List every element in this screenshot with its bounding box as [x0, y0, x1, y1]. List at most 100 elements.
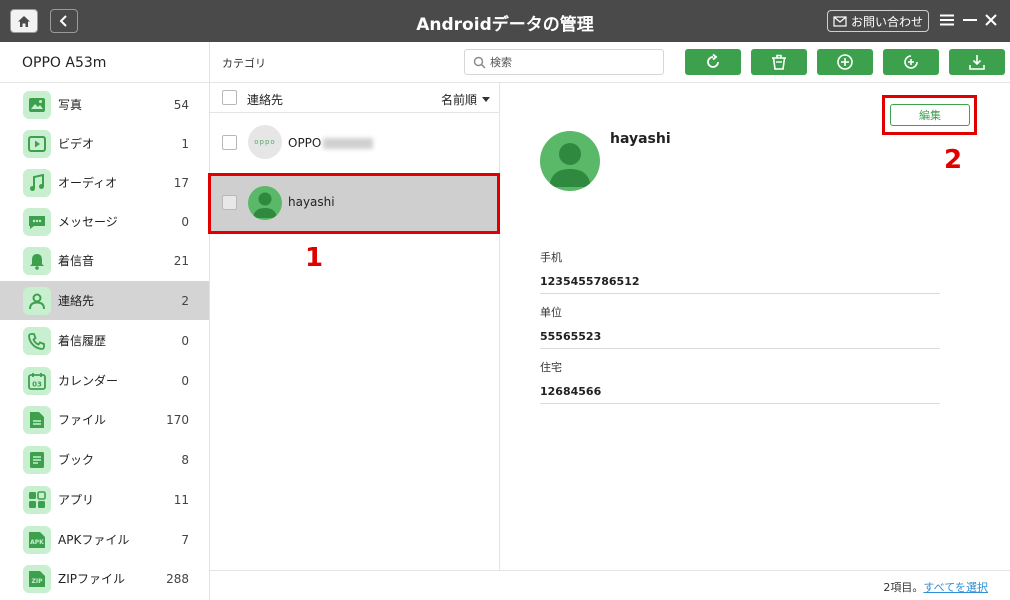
sidebar-item-apps[interactable]: アプリ 11: [0, 480, 209, 519]
list-item[interactable]: oppo OPPO: [210, 113, 500, 173]
sort-label: 名前順: [440, 93, 477, 107]
file-icon: [23, 405, 51, 434]
contact-us-label: お問い合わせ: [850, 14, 923, 29]
list-title: 連絡先: [247, 93, 284, 107]
sidebar-item-label: 写真: [58, 98, 83, 112]
search-input[interactable]: [490, 53, 658, 71]
annotation-number-2: 2: [944, 145, 963, 175]
add-icon: [837, 54, 853, 70]
select-all-checkbox[interactable]: [222, 90, 237, 105]
sidebar-item-label: ブック: [58, 453, 95, 467]
apps-icon: [23, 485, 51, 514]
sidebar-item-apk-files[interactable]: APK APKファイル 7: [0, 520, 209, 559]
refresh-button[interactable]: [685, 49, 741, 75]
divider: [540, 403, 940, 404]
sidebar-item-photos[interactable]: 写真 54: [0, 85, 209, 124]
calendar-icon: 03: [23, 366, 51, 395]
contact-icon: [23, 286, 51, 315]
phone-icon: [23, 326, 51, 355]
oppo-logo: oppo: [254, 138, 276, 146]
field-value-mobile: 1235455786512: [540, 275, 640, 288]
caret-down-icon: [482, 97, 490, 102]
sidebar-item-label: 着信履歴: [58, 334, 107, 348]
person-icon: [549, 143, 591, 187]
close-button[interactable]: [981, 9, 1001, 31]
divider: [540, 348, 940, 349]
sidebar-item-count: 21: [173, 253, 189, 268]
sidebar-item-books[interactable]: ブック 8: [0, 440, 209, 479]
delete-button[interactable]: [751, 49, 807, 75]
sidebar-item-count: 1: [181, 136, 189, 151]
category-label: カテゴリ: [222, 57, 266, 70]
message-icon: [23, 207, 51, 236]
apk-icon: APK: [23, 525, 51, 554]
sidebar-item-ringtones[interactable]: 着信音 21: [0, 241, 209, 280]
video-icon: [23, 129, 51, 158]
sidebar-item-label: アプリ: [58, 493, 95, 507]
add-button[interactable]: [817, 49, 873, 75]
apk-icon-text: APK: [30, 539, 44, 546]
annotation-box-2: [882, 95, 977, 135]
sidebar-item-call-history[interactable]: 着信履歴 0: [0, 321, 209, 360]
title-bar: Androidデータの管理 お問い合わせ: [0, 0, 1010, 42]
contact-list-panel: 連絡先 名前順 oppo OPPO hayashi: [210, 83, 500, 570]
sidebar-item-count: 54: [173, 97, 189, 112]
music-icon: [23, 168, 51, 197]
avatar: oppo: [248, 125, 282, 159]
select-all-link[interactable]: すべてを選択: [923, 581, 988, 594]
zip-icon: ZIP: [23, 564, 51, 593]
delete-icon: [772, 54, 786, 70]
sidebar-item-label: ファイル: [58, 413, 107, 427]
list-header: 連絡先 名前順: [210, 83, 500, 113]
contact-name-heading: hayashi: [610, 131, 671, 147]
sidebar-item-audio[interactable]: オーディオ 17: [0, 163, 209, 202]
sidebar-item-videos[interactable]: ビデオ 1: [0, 124, 209, 163]
search-icon: [473, 56, 486, 69]
annotation-box-1: [208, 173, 500, 234]
refresh-icon: [707, 53, 719, 68]
sidebar-item-count: 7: [181, 532, 189, 547]
annotation-number-1: 1: [305, 243, 324, 273]
contact-us-button[interactable]: お問い合わせ: [827, 10, 929, 32]
sidebar-item-label: メッセージ: [58, 215, 118, 229]
close-icon: [985, 14, 997, 26]
toolbar: カテゴリ: [210, 42, 1010, 83]
status-bar: 2項目。すべてを選択: [210, 570, 1010, 600]
export-button[interactable]: [949, 49, 1005, 75]
mail-icon: [833, 15, 847, 27]
field-label-mobile: 手机: [540, 251, 562, 264]
avatar: [540, 131, 600, 191]
sidebar-item-count: 17: [173, 175, 189, 190]
sidebar-item-count: 0: [181, 373, 189, 388]
sort-dropdown[interactable]: 名前順: [441, 91, 490, 108]
menu-button[interactable]: [937, 9, 957, 31]
bell-icon: [23, 246, 51, 275]
export-icon: [969, 55, 985, 70]
photo-icon: [23, 90, 51, 119]
field-label-work: 单位: [540, 306, 562, 319]
minimize-icon: [963, 19, 977, 21]
divider: [540, 293, 940, 294]
search-box: [464, 49, 664, 75]
sidebar-item-count: 0: [181, 214, 189, 229]
sidebar-item-label: ZIPファイル: [58, 572, 125, 586]
row-checkbox[interactable]: [222, 135, 237, 150]
sidebar-item-messages[interactable]: メッセージ 0: [0, 202, 209, 241]
sidebar-item-label: APKファイル: [58, 533, 130, 547]
sidebar-item-calendar[interactable]: 03 カレンダー 0: [0, 361, 209, 400]
sidebar-item-count: 11: [173, 492, 189, 507]
sidebar-item-contacts[interactable]: 連絡先 2: [0, 281, 209, 320]
minimize-button[interactable]: [960, 9, 980, 31]
contact-name: OPPO: [288, 136, 374, 150]
import-icon: [904, 55, 918, 69]
sidebar-item-files[interactable]: ファイル 170: [0, 400, 209, 439]
device-name: OPPO A53m: [22, 55, 107, 71]
sidebar-item-count: 288: [166, 571, 189, 586]
sidebar-item-count: 8: [181, 452, 189, 467]
footer-text: 2項目。すべてを選択: [883, 579, 988, 595]
sidebar-item-count: 2: [181, 293, 189, 308]
field-value-work: 55565523: [540, 330, 602, 343]
sidebar-item-zip-files[interactable]: ZIP ZIPファイル 288: [0, 559, 209, 598]
import-button[interactable]: [883, 49, 939, 75]
book-icon: [23, 445, 51, 474]
